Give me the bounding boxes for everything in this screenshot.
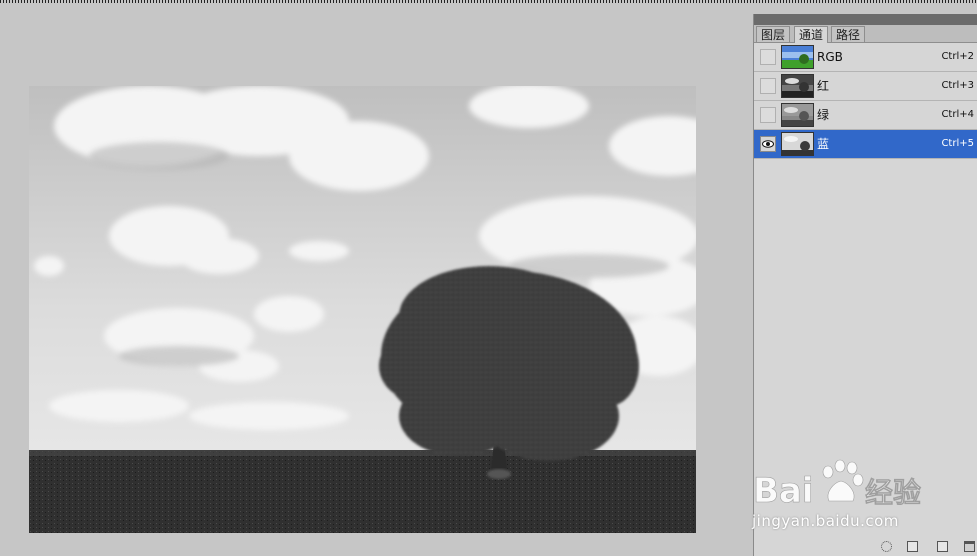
load-selection-icon[interactable] (881, 541, 892, 552)
channel-shortcut: Ctrl+4 (941, 109, 974, 120)
panel-tabs: 图层 通道 路径 (754, 25, 977, 43)
watermark-url: jingyan.baidu.com (752, 512, 899, 530)
panel-footer (868, 536, 977, 556)
channel-row-red[interactable]: 红 Ctrl+3 (754, 72, 977, 101)
ruler-edge (0, 0, 977, 3)
visibility-toggle[interactable] (760, 107, 776, 123)
channel-thumbnail-rgb (781, 45, 814, 69)
channel-name: RGB (817, 50, 843, 64)
tree-photo (29, 86, 696, 533)
channel-name: 红 (817, 79, 830, 93)
channel-row-green[interactable]: 绿 Ctrl+4 (754, 101, 977, 130)
new-channel-icon[interactable] (937, 541, 948, 552)
channel-thumbnail-green (781, 103, 814, 127)
channel-name: 绿 (817, 108, 830, 122)
channel-thumbnail-red (781, 74, 814, 98)
visibility-toggle[interactable] (760, 78, 776, 94)
eye-icon (762, 140, 774, 148)
channels-panel: 图层 通道 路径 RGB Ctrl+2 红 Ctrl+3 绿 Ctrl+4 蓝 … (753, 14, 977, 556)
channel-row-blue[interactable]: 蓝 Ctrl+5 (754, 130, 977, 159)
channel-row-rgb[interactable]: RGB Ctrl+2 (754, 43, 977, 72)
channel-shortcut: Ctrl+3 (941, 80, 974, 91)
channel-list: RGB Ctrl+2 红 Ctrl+3 绿 Ctrl+4 蓝 Ctrl+5 (754, 43, 977, 159)
tab-layers[interactable]: 图层 (756, 26, 791, 42)
visibility-toggle[interactable] (760, 136, 776, 152)
document-canvas[interactable] (29, 86, 696, 533)
trash-icon[interactable] (964, 541, 975, 552)
channel-thumbnail-blue (781, 132, 814, 156)
tab-paths[interactable]: 路径 (831, 26, 866, 42)
channel-name: 蓝 (817, 137, 830, 151)
tab-channels[interactable]: 通道 (794, 26, 829, 43)
panel-titlebar[interactable] (754, 14, 977, 25)
channel-shortcut: Ctrl+2 (941, 51, 974, 62)
channel-shortcut: Ctrl+5 (941, 138, 974, 149)
save-selection-icon[interactable] (907, 541, 918, 552)
visibility-toggle[interactable] (760, 49, 776, 65)
